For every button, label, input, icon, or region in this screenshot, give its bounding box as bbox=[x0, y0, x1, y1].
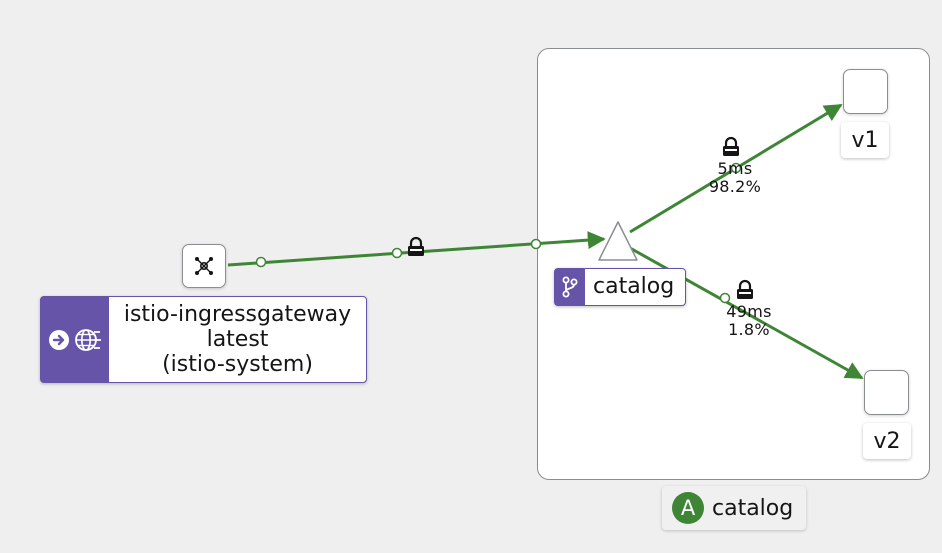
workload-label-v1[interactable]: v1 bbox=[841, 122, 889, 158]
workload-node-v2[interactable] bbox=[864, 370, 909, 415]
edge-label-v2: 49ms 1.8% bbox=[709, 303, 789, 339]
workload-version: v2 bbox=[873, 428, 901, 454]
edge-label-v1: 5ms 98.2% bbox=[695, 160, 775, 196]
git-branch-icon bbox=[562, 276, 578, 298]
service-badge bbox=[555, 269, 585, 305]
edge-dot bbox=[255, 256, 267, 268]
workload-node-v1[interactable] bbox=[843, 69, 888, 114]
ingress-gateway-node[interactable] bbox=[182, 244, 226, 288]
workload-label-v2[interactable]: v2 bbox=[863, 423, 911, 459]
response-time: 49ms bbox=[726, 302, 772, 321]
arrow-circle-right-icon bbox=[49, 329, 69, 350]
traffic-percent: 1.8% bbox=[728, 320, 770, 339]
topology-icon bbox=[195, 257, 213, 275]
gateway-text: istio-ingressgateway latest (istio-syste… bbox=[109, 297, 366, 382]
service-node-catalog[interactable] bbox=[598, 221, 638, 261]
service-name: catalog bbox=[593, 274, 675, 299]
ingress-gateway-label[interactable]: istio-ingressgateway latest (istio-syste… bbox=[40, 296, 367, 383]
app-name: catalog bbox=[712, 495, 794, 521]
lock-icon bbox=[408, 236, 424, 256]
workload-version: v1 bbox=[851, 127, 879, 153]
edge-dot bbox=[530, 238, 542, 250]
traffic-percent: 98.2% bbox=[708, 177, 762, 196]
lock-icon bbox=[737, 279, 753, 299]
response-time: 5ms bbox=[717, 159, 753, 178]
graph-canvas bbox=[227, 103, 864, 380]
service-label-catalog[interactable]: catalog bbox=[554, 268, 686, 306]
edge-dot bbox=[391, 247, 403, 259]
gateway-badge bbox=[41, 297, 109, 382]
gateway-name: istio-ingressgateway bbox=[123, 302, 352, 327]
globe-icon bbox=[75, 328, 101, 351]
gateway-namespace: (istio-system) bbox=[162, 352, 313, 377]
lock-icon bbox=[723, 136, 739, 156]
app-badge: A bbox=[672, 492, 704, 524]
gateway-version: latest bbox=[206, 327, 269, 352]
app-label[interactable]: A catalog bbox=[662, 486, 806, 530]
